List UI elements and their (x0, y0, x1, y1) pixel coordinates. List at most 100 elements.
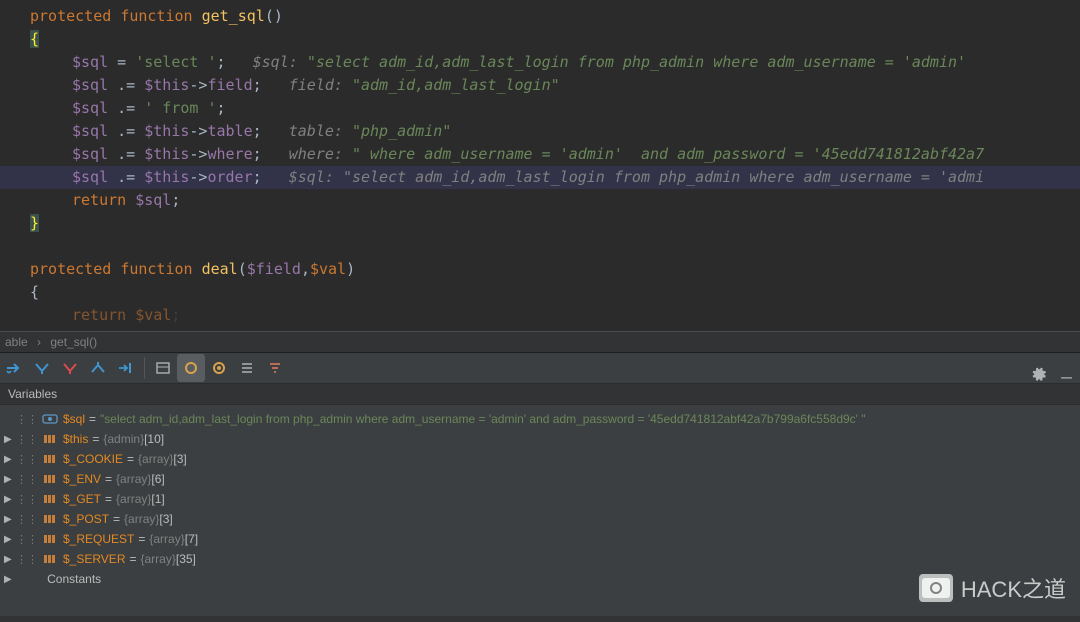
arrow: -> (189, 145, 207, 163)
code-line[interactable]: $sql .= $this->table; table: "php_admin" (0, 120, 1080, 143)
code-line[interactable]: $sql .= $this->field; field: "adm_id,adm… (0, 74, 1080, 97)
code-line[interactable]: return $val; (0, 304, 1080, 327)
watermark-text: HACK之道 (961, 572, 1066, 604)
trace-target-icon[interactable] (205, 354, 233, 382)
equals: = (129, 552, 136, 566)
grip-icon: ⋮⋮ (16, 473, 38, 486)
array-icon (42, 491, 58, 507)
var-count: [6] (151, 472, 164, 486)
keyword: protected (30, 260, 120, 278)
semi: ; (253, 122, 262, 140)
code-line[interactable]: } (0, 212, 1080, 235)
parens: () (265, 7, 283, 25)
this-ref: $this (144, 168, 189, 186)
step-into-icon[interactable] (56, 354, 84, 382)
code-line[interactable]: protected function get_sql() (0, 5, 1080, 28)
code-line[interactable]: $sql .= $this->where; where: " where adm… (0, 143, 1080, 166)
debug-panel: — Variables ⋮⋮ $sql = "select adm_id,adm… (0, 353, 1080, 622)
code-line[interactable]: $sql = 'select '; $sql: "select adm_id,a… (0, 51, 1080, 74)
crumb-item[interactable]: get_sql() (47, 335, 100, 349)
code-line[interactable]: { (0, 281, 1080, 304)
inlay-hint-label: where: (289, 145, 352, 163)
crumb-item[interactable]: able (2, 335, 31, 349)
param: $field (247, 260, 301, 278)
tree-arrow-icon[interactable]: ▶ (4, 574, 14, 585)
debug-toolbar (0, 353, 1080, 383)
comma: , (301, 260, 310, 278)
filter-icon[interactable] (261, 354, 289, 382)
equals: = (138, 532, 145, 546)
var-name: $_REQUEST (63, 532, 134, 546)
var-row-sql[interactable]: ⋮⋮ $sql = "select adm_id,adm_last_login … (0, 409, 1080, 429)
show-exec-point-icon[interactable] (0, 354, 28, 382)
panel-bottom-edge (0, 616, 1080, 622)
inlay-hint-value: "select adm_id,adm_last_login from php_a… (307, 53, 984, 71)
semi: ; (253, 76, 262, 94)
wechat-icon (919, 574, 953, 602)
var-row-this[interactable]: ▶ ⋮⋮ $this = {admin} [10] (0, 429, 1080, 449)
paren-open: ( (238, 260, 247, 278)
minimize-icon[interactable]: — (1061, 367, 1072, 388)
tree-arrow-icon[interactable]: ▶ (4, 534, 14, 545)
trace-icon[interactable] (177, 354, 205, 382)
param: $val (310, 260, 346, 278)
watermark: HACK之道 (919, 572, 1066, 604)
code-line-current[interactable]: $sql .= $this->order; $sql: "select adm_… (0, 166, 1080, 189)
variables-tree[interactable]: ⋮⋮ $sql = "select adm_id,adm_last_login … (0, 405, 1080, 593)
run-to-cursor-icon[interactable] (112, 354, 140, 382)
evaluate-icon[interactable] (149, 354, 177, 382)
str: 'select ' (135, 53, 216, 71)
var-row-post[interactable]: ▶ ⋮⋮ $_POST = {array} [3] (0, 509, 1080, 529)
array-icon (42, 471, 58, 487)
grip-icon: ⋮⋮ (16, 433, 38, 446)
editor-pane[interactable]: protected function get_sql() { $sql = 's… (0, 0, 1080, 331)
inlay-hint-label: $sql: (289, 168, 343, 186)
var-name: $_POST (63, 512, 109, 526)
brace: { (30, 30, 39, 48)
arrow: -> (189, 76, 207, 94)
tree-arrow-icon[interactable]: ▶ (4, 474, 14, 485)
this-ref: $this (144, 76, 189, 94)
breadcrumb[interactable]: able › get_sql() (0, 331, 1080, 353)
var-count: [10] (144, 432, 164, 446)
array-icon (42, 451, 58, 467)
code-line[interactable]: { (0, 28, 1080, 51)
step-over-icon[interactable] (28, 354, 56, 382)
var-row-server[interactable]: ▶ ⋮⋮ $_SERVER = {array} [35] (0, 549, 1080, 569)
equals: = (105, 492, 112, 506)
var-name: Constants (47, 572, 101, 586)
tree-arrow-icon[interactable]: ▶ (4, 494, 14, 505)
gear-icon[interactable] (1030, 365, 1046, 385)
var-row-env[interactable]: ▶ ⋮⋮ $_ENV = {array} [6] (0, 469, 1080, 489)
arrow: -> (189, 122, 207, 140)
equals: = (113, 512, 120, 526)
semi: ; (253, 145, 262, 163)
semi: ; (171, 306, 180, 324)
list-icon[interactable] (233, 354, 261, 382)
var-type: {array} (141, 552, 176, 566)
var: $sql (72, 122, 108, 140)
var-row-request[interactable]: ▶ ⋮⋮ $_REQUEST = {array} [7] (0, 529, 1080, 549)
op: .= (108, 122, 144, 140)
step-out-icon[interactable] (84, 354, 112, 382)
semi: ; (171, 191, 180, 209)
tree-arrow-icon[interactable]: ▶ (4, 454, 14, 465)
var-row-get[interactable]: ▶ ⋮⋮ $_GET = {array} [1] (0, 489, 1080, 509)
var-name: $sql (63, 412, 85, 426)
tree-arrow-icon[interactable]: ▶ (4, 554, 14, 565)
blank-line[interactable] (0, 235, 1080, 258)
code-line[interactable]: protected function deal($field,$val) (0, 258, 1080, 281)
toolbar-separator (144, 357, 145, 379)
var-value: "select adm_id,adm_last_login from php_a… (100, 412, 866, 426)
function-name: deal (202, 260, 238, 278)
inlay-hint-value: "php_admin" (352, 122, 451, 140)
var-count: [3] (173, 452, 186, 466)
code-line[interactable]: return $sql; (0, 189, 1080, 212)
str: ' from ' (144, 99, 216, 117)
var-row-cookie[interactable]: ▶ ⋮⋮ $_COOKIE = {array} [3] (0, 449, 1080, 469)
op: .= (108, 168, 144, 186)
var-count: [35] (176, 552, 196, 566)
tree-arrow-icon[interactable]: ▶ (4, 514, 14, 525)
code-line[interactable]: $sql .= ' from '; (0, 97, 1080, 120)
tree-arrow-icon[interactable]: ▶ (4, 434, 14, 445)
